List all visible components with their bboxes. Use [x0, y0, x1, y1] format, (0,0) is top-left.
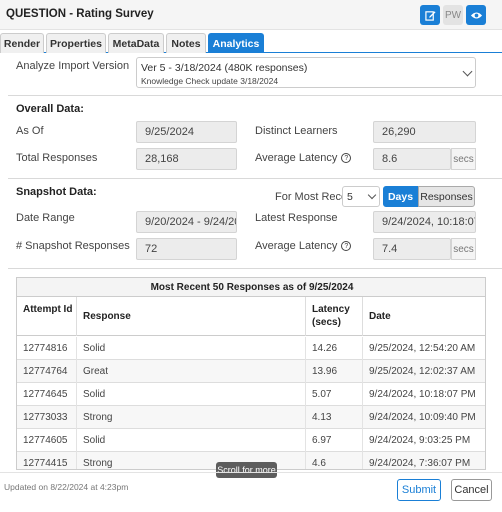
table-caption: Most Recent 50 Responses as of 9/25/2024 [17, 278, 485, 297]
responses-table[interactable]: Most Recent 50 Responses as of 9/25/2024… [16, 277, 486, 470]
distinct-learners-field: 26,290 [373, 121, 476, 143]
snapshot-heading: Snapshot Data: [16, 186, 97, 198]
table-row[interactable]: 12774764 Great 13.96 9/25/2024, 12:02:37 AM [17, 360, 485, 383]
cell-attempt-id: 12774816 [17, 337, 77, 360]
cell-latency: 4.13 [306, 406, 363, 429]
table-row[interactable]: 12774816 Solid 14.26 9/25/2024, 12:54:20 AM [17, 337, 485, 360]
cell-latency: 13.96 [306, 360, 363, 383]
divider [8, 95, 502, 96]
col-date: Date [369, 311, 391, 322]
cell-date: 9/25/2024, 12:02:37 AM [369, 366, 476, 377]
table-row[interactable]: 12773033 Strong 4.13 9/24/2024, 10:09:40 PM [17, 406, 485, 429]
snapshot-latency-label: Average Latency? [255, 240, 352, 252]
import-version-value: Ver 5 - 3/18/2024 (480K responses) [141, 62, 308, 74]
cell-date: 9/24/2024, 10:09:40 PM [369, 412, 476, 423]
col-latency: Latency (secs) [306, 297, 363, 336]
cell-response: Great [77, 360, 306, 383]
table-row[interactable]: 12774605 Solid 6.97 9/24/2024, 9:03:25 PM [17, 429, 485, 452]
pw-button[interactable]: PW [443, 5, 463, 25]
total-responses-field: 28,168 [136, 148, 237, 170]
help-icon[interactable]: ? [341, 241, 352, 252]
import-version-label: Analyze Import Version [16, 60, 130, 72]
window-header: QUESTION - Rating Survey PW [0, 0, 502, 30]
cell-attempt-id: 12774645 [17, 383, 77, 406]
distinct-learners-label: Distinct Learners [255, 125, 338, 137]
preview-button[interactable] [466, 5, 486, 25]
date-range-label: Date Range [16, 212, 75, 224]
import-version-select[interactable]: Ver 5 - 3/18/2024 (480K responses) Knowl… [136, 57, 476, 88]
cell-latency: 6.97 [306, 429, 363, 452]
table-header: Attempt Id Response Latency (secs) Date [17, 297, 485, 336]
cell-response: Solid [77, 337, 306, 360]
as-of-label: As Of [16, 125, 44, 137]
overall-latency-text: Average Latency [255, 152, 338, 164]
cell-attempt-id: 12774415 [17, 452, 77, 469]
cell-attempt-id: 12774605 [17, 429, 77, 452]
cell-latency: 5.07 [306, 383, 363, 406]
window-title: QUESTION - Rating Survey [6, 8, 154, 20]
cancel-button[interactable]: Cancel [451, 479, 492, 501]
snapshot-count-label: # Snapshot Responses [16, 240, 130, 252]
updated-timestamp: Updated on 8/22/2024 at 4:23pm [4, 482, 129, 492]
import-version-note: Knowledge Check update 3/18/2024 [141, 76, 279, 86]
cell-date: 9/25/2024, 12:54:20 AM [369, 343, 476, 354]
total-responses-label: Total Responses [16, 152, 98, 164]
snapshot-latency-unit: secs [451, 238, 476, 260]
cell-response: Solid [77, 429, 306, 452]
cell-latency: 14.26 [306, 337, 363, 360]
chevron-down-icon [367, 190, 377, 200]
tab-metadata[interactable]: MetaData [108, 33, 164, 53]
edit-button[interactable] [420, 5, 440, 25]
overall-latency-field: 8.6 [373, 148, 451, 170]
cell-response: Strong [77, 406, 306, 429]
submit-button[interactable]: Submit [397, 479, 441, 501]
divider [8, 268, 502, 269]
snapshot-latency-text: Average Latency [255, 240, 338, 252]
cell-date: 9/24/2024, 9:03:25 PM [369, 435, 471, 446]
tab-render[interactable]: Render [0, 33, 44, 53]
footer-divider [0, 472, 502, 473]
col-response: Response [77, 297, 306, 336]
cell-response: Solid [77, 383, 306, 406]
cell-latency: 4.6 [306, 452, 363, 469]
overall-heading: Overall Data: [16, 103, 84, 115]
pencil-icon [424, 10, 436, 21]
cell-attempt-id: 12774764 [17, 360, 77, 383]
most-recent-value: 5 [347, 191, 353, 203]
latest-response-label: Latest Response [255, 212, 338, 224]
scroll-hint: Scroll for more [216, 462, 277, 478]
date-range-field: 9/20/2024 - 9/24/202 [136, 211, 237, 233]
as-of-field: 9/25/2024 [136, 121, 237, 143]
divider [8, 178, 502, 179]
tab-analytics[interactable]: Analytics [208, 33, 264, 53]
responses-toggle[interactable]: Responses [418, 186, 475, 207]
tab-properties[interactable]: Properties [46, 33, 106, 53]
eye-icon [470, 11, 482, 19]
tab-bar: Render Properties MetaData Notes Analyti… [0, 30, 502, 53]
col-attempt-id: Attempt Id [17, 297, 77, 336]
cell-date: 9/24/2024, 10:18:07 PM [369, 389, 476, 400]
overall-latency-label: Average Latency? [255, 152, 352, 164]
days-toggle[interactable]: Days [383, 186, 418, 207]
table-row[interactable]: 12774645 Solid 5.07 9/24/2024, 10:18:07 PM [17, 383, 485, 406]
most-recent-select[interactable]: 5 [342, 186, 380, 207]
cell-attempt-id: 12773033 [17, 406, 77, 429]
help-icon[interactable]: ? [341, 153, 352, 164]
tab-notes[interactable]: Notes [166, 33, 206, 53]
chevron-down-icon [462, 66, 473, 77]
snapshot-latency-field: 7.4 [373, 238, 451, 260]
cell-date: 9/24/2024, 7:36:07 PM [369, 458, 471, 469]
overall-latency-unit: secs [451, 148, 476, 170]
latest-response-field: 9/24/2024, 10:18:07 [373, 211, 476, 233]
snapshot-count-field: 72 [136, 238, 237, 260]
